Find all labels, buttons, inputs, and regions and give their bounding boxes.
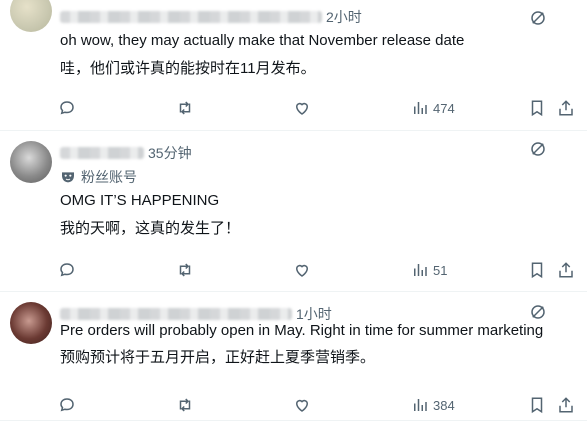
reply-icon: [60, 101, 74, 115]
avatar[interactable]: [10, 302, 52, 344]
mask-icon: [62, 172, 74, 183]
bookmark-icon: [531, 100, 543, 117]
post-1[interactable]: 2小时 oh wow, they may actually make that …: [0, 0, 587, 131]
blurred-username[interactable]: [60, 11, 322, 23]
action-bar: 51: [0, 260, 587, 280]
post-text-cn: 我的天啊，这真的发生了！: [60, 220, 241, 237]
avatar[interactable]: [10, 0, 52, 32]
post-3[interactable]: 1小时 Pre orders will probably open in May…: [0, 292, 587, 421]
bookmark-icon: [531, 397, 543, 414]
repost-icon: [179, 398, 191, 412]
views-button[interactable]: 51: [411, 260, 447, 280]
like-icon: [295, 102, 309, 115]
repost-button[interactable]: [176, 395, 194, 415]
share-icon: [559, 262, 573, 278]
bookmark-button[interactable]: [528, 260, 546, 280]
reply-icon: [60, 398, 74, 412]
repost-icon: [179, 263, 191, 277]
like-button[interactable]: [293, 260, 311, 280]
repost-button[interactable]: [176, 98, 194, 118]
views-icon: [414, 264, 427, 276]
views-button[interactable]: 384: [411, 395, 455, 415]
repost-button[interactable]: [176, 260, 194, 280]
reply-button[interactable]: [58, 260, 76, 280]
reply-icon: [60, 263, 74, 277]
grok-icon[interactable]: [529, 9, 547, 27]
post-2[interactable]: 35分钟 粉丝账号 OMG IT’S HAPPENING 我的天啊，这真的发生了…: [0, 131, 587, 292]
repost-icon: [179, 101, 191, 115]
post-time[interactable]: 35分钟: [148, 143, 192, 163]
post-text-cn: 哇，他们或许真的能按时在11月发布。: [60, 60, 316, 77]
views-count: 51: [433, 262, 448, 278]
post-text-en: OMG IT’S HAPPENING: [60, 192, 220, 209]
views-count: 474: [433, 100, 455, 116]
fan-account-label: 粉丝账号: [81, 169, 137, 185]
grok-icon[interactable]: [529, 303, 547, 321]
grok-icon[interactable]: [529, 140, 547, 158]
views-button[interactable]: 474: [411, 98, 455, 118]
post-header: 2小时: [60, 7, 362, 27]
post-text-en: oh wow, they may actually make that Nove…: [60, 32, 465, 49]
views-icon: [414, 399, 427, 411]
reply-button[interactable]: [58, 395, 76, 415]
bookmark-icon: [531, 262, 543, 279]
bookmark-button[interactable]: [528, 98, 546, 118]
bookmark-button[interactable]: [528, 395, 546, 415]
reply-button[interactable]: [58, 98, 76, 118]
action-bar: 474: [0, 98, 587, 118]
post-text-cn: 预购预计将于五月开启，正好赶上夏季营销季。: [60, 349, 376, 366]
post-text-en: Pre orders will probably open in May. Ri…: [60, 322, 544, 339]
post-time[interactable]: 2小时: [326, 7, 362, 27]
views-icon: [414, 102, 427, 114]
views-count: 384: [433, 397, 455, 413]
share-button[interactable]: [557, 98, 575, 118]
like-button[interactable]: [293, 395, 311, 415]
post-header: 35分钟: [60, 143, 192, 163]
action-bar: 384: [0, 395, 587, 415]
reply-feed: 2小时 oh wow, they may actually make that …: [0, 0, 587, 421]
like-icon: [295, 399, 309, 412]
share-icon: [559, 100, 573, 116]
like-button[interactable]: [293, 98, 311, 118]
share-button[interactable]: [557, 395, 575, 415]
blurred-username[interactable]: [60, 308, 292, 320]
fan-account-badge: 粉丝账号: [60, 167, 137, 187]
blurred-username[interactable]: [60, 147, 144, 159]
share-icon: [559, 397, 573, 413]
share-button[interactable]: [557, 260, 575, 280]
avatar[interactable]: [10, 141, 52, 183]
like-icon: [295, 264, 309, 277]
